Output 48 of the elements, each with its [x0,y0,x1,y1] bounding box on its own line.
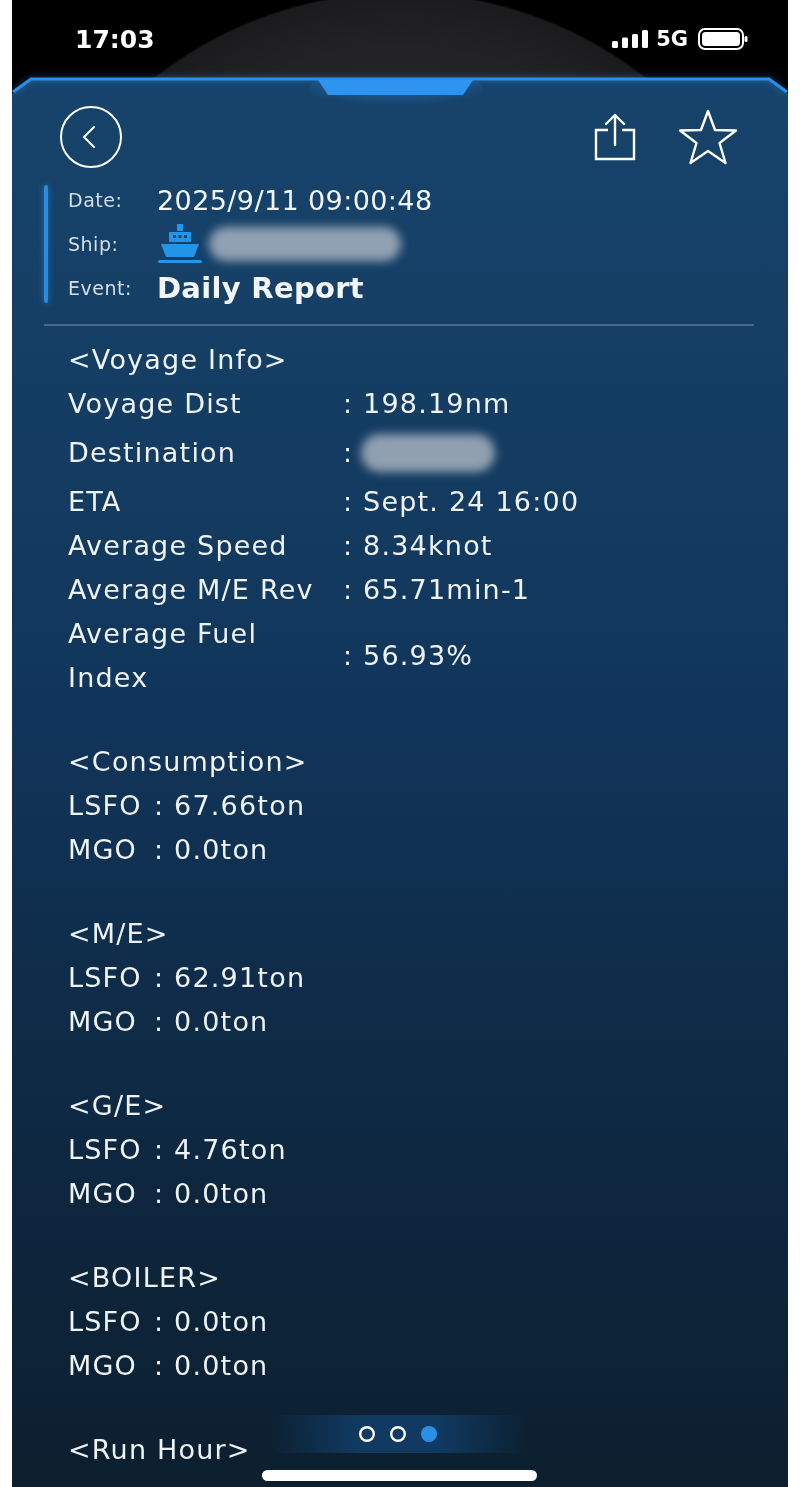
row-value: : Sept. 24 16:00 [343,485,580,519]
row-label: Destination [68,436,237,470]
row-value: : 56.93% [343,639,474,673]
battery-icon [698,28,748,50]
row-label: Average M/E Rev [68,573,314,607]
row-label: MGO [68,833,139,867]
section-title: <Voyage Info> [68,343,288,377]
row-value: : 65.71min-1 [343,573,531,607]
event-title: Daily Report [157,271,364,305]
row-label: Average Speed [68,529,288,563]
row-label: LSFO [68,1305,143,1339]
field-label: Event: [68,277,133,299]
section-title: <Consumption> [68,745,308,779]
row-label: Voyage Dist [68,387,242,421]
field-label: Date: [68,189,124,211]
row-label: LSFO [68,1133,143,1167]
row-label: LSFO [68,789,143,823]
section-title: <BOILER> [68,1261,221,1295]
section-title: <M/E> [68,917,169,951]
ship-icon [157,223,203,265]
row-label: MGO [68,1005,139,1039]
field-value: 2025/9/11 09:00:48 [157,184,433,216]
row-label: MGO [68,1349,139,1383]
row-value: : 0.0ton [154,1305,269,1339]
chevron-left-icon [82,125,96,149]
row-value: : [343,436,354,470]
row-value: : 67.66ton [154,789,306,823]
row-label: Average Fuel Index [68,617,259,695]
row-value: : 0.0ton [154,1177,269,1211]
row-value: : 8.34knot [343,529,493,563]
status-time: 17:03 [75,24,155,54]
row-value: : 0.0ton [154,1005,269,1039]
back-button[interactable] [60,106,122,168]
row-label: ETA [68,485,122,519]
section-title: <G/E> [68,1089,167,1123]
row-value: : 0.0ton [154,833,269,867]
field-label: Ship: [68,233,120,255]
row-value: : 62.91ton [154,961,306,995]
star-icon[interactable] [678,109,738,165]
row-value: : 0.0ton [154,1349,269,1383]
network-label: 5G [656,27,688,51]
row-label: MGO [68,1177,139,1211]
row-value: : 4.76ton [154,1133,287,1167]
share-icon[interactable] [594,113,636,161]
row-value: : 198.19nm [343,387,511,421]
signal-bars-icon [612,30,649,48]
row-label: LSFO [68,961,143,995]
section-title: <Run Hour> [68,1433,251,1467]
